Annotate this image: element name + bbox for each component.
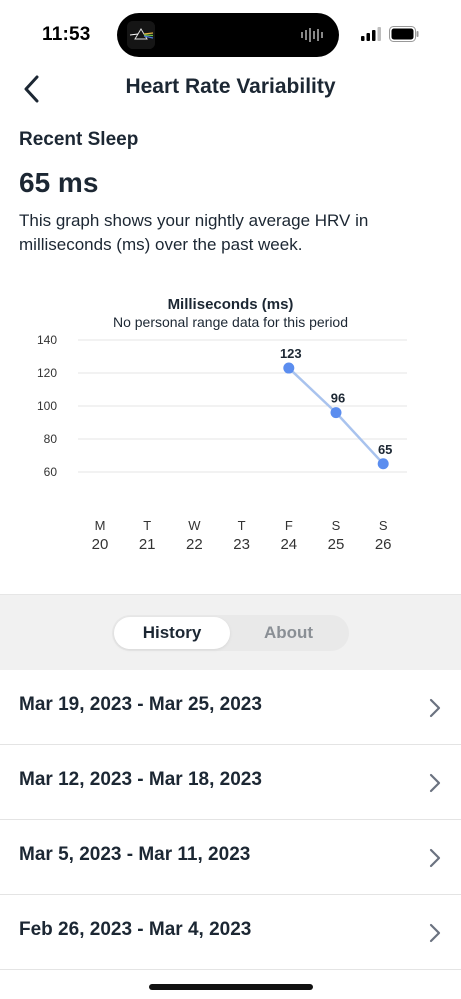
history-row-label: Mar 19, 2023 - Mar 25, 2023 [19,694,262,715]
tab-history[interactable]: History [114,617,230,649]
waveform-icon [301,28,325,42]
data-label: 123 [280,346,302,361]
data-point [330,407,342,419]
segment-area: History About [0,594,461,670]
history-row-label: Mar 5, 2023 - Mar 11, 2023 [19,844,251,865]
y-tick-label: 140 [37,333,57,347]
y-tick-label: 100 [37,399,57,413]
history-row[interactable]: Mar 19, 2023 - Mar 25, 2023 [0,670,461,745]
chevron-right-icon [429,848,441,868]
data-point [377,458,389,470]
x-tick-date: 21 [139,536,156,553]
dynamic-island[interactable] [117,13,339,57]
status-bar: 11:53 [0,0,461,64]
battery-icon [389,26,419,42]
status-time: 11:53 [42,24,91,45]
album-art-icon [127,21,155,49]
x-tick-date: 22 [186,536,203,553]
tab-about[interactable]: About [230,617,347,649]
chart-title: Milliseconds (ms) [168,296,294,313]
history-row-label: Mar 12, 2023 - Mar 18, 2023 [19,769,262,790]
data-point [283,362,295,374]
x-tick-day-letter: T [143,518,151,533]
chart-description: This graph shows your nightly average HR… [19,211,369,254]
x-tick-day-letter: M [95,518,106,533]
chevron-right-icon [429,698,441,718]
y-tick-label: 120 [37,366,57,380]
x-tick-day-letter: F [285,518,293,533]
hrv-chart-svg: Milliseconds (ms)No personal range data … [37,296,407,553]
y-tick-label: 80 [44,432,58,446]
data-label: 96 [331,391,345,406]
x-tick-day-letter: S [332,518,341,533]
chevron-right-icon [429,923,441,943]
home-indicator[interactable] [149,984,313,990]
history-list: Mar 19, 2023 - Mar 25, 2023 Mar 12, 2023… [0,670,461,970]
section-label: Recent Sleep [19,129,139,150]
x-tick-date: 26 [375,536,392,553]
segmented-control: History About [112,615,349,651]
x-tick-day-letter: S [379,518,388,533]
data-label: 65 [378,442,392,457]
y-tick-label: 60 [44,465,58,479]
history-row-label: Feb 26, 2023 - Mar 4, 2023 [19,919,252,940]
hrv-value: 65 ms [19,167,99,198]
hrv-chart: Milliseconds (ms) No personal range data … [0,290,461,560]
x-tick-day-letter: T [238,518,246,533]
chevron-right-icon [429,773,441,793]
x-tick-day-letter: W [188,518,201,533]
x-tick-date: 20 [92,536,109,553]
page-title: Heart Rate Variability [125,75,336,98]
chart-subtitle: No personal range data for this period [113,314,348,330]
series-line-segment [335,411,385,465]
history-row[interactable]: Mar 12, 2023 - Mar 18, 2023 [0,745,461,820]
history-row[interactable]: Mar 5, 2023 - Mar 11, 2023 [0,820,461,895]
x-tick-date: 23 [233,536,250,553]
cellular-signal-icon [361,27,381,41]
x-tick-date: 24 [280,536,297,553]
history-row[interactable]: Feb 26, 2023 - Mar 4, 2023 [0,895,461,970]
x-tick-date: 25 [328,536,345,553]
